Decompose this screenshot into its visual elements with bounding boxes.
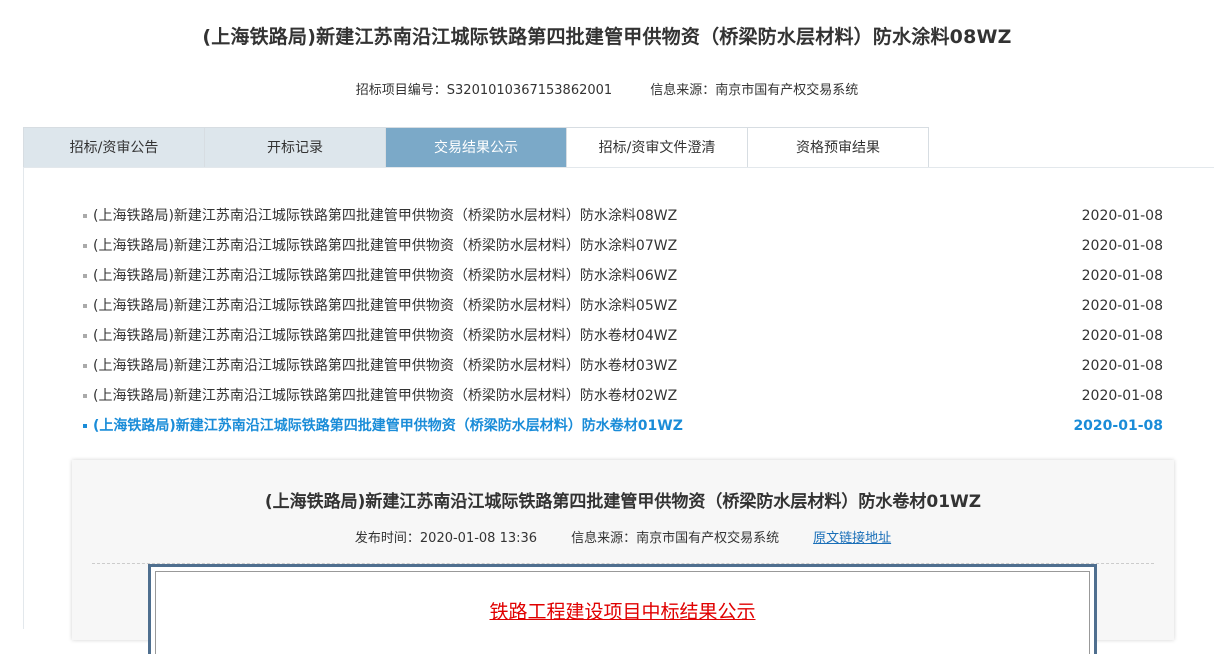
- list-item-date: 2020-01-08: [1081, 208, 1163, 224]
- tab-bar: 招标/资审公告 开标记录 交易结果公示 招标/资审文件澄清 资格预审结果: [23, 127, 929, 168]
- publish-time: 2020-01-08 13:36: [419, 531, 538, 546]
- panel-border: [23, 167, 24, 629]
- tab-opening-record[interactable]: 开标记录: [205, 128, 386, 168]
- project-no: S3201010367153862001: [446, 83, 613, 98]
- list-item[interactable]: (上海铁路局)新建江苏南沿江城际铁路第四批建管甲供物资（桥梁防水层材料）防水卷材…: [83, 381, 1163, 411]
- tab-document-clarification[interactable]: 招标/资审文件澄清: [567, 128, 748, 168]
- list-item-title[interactable]: (上海铁路局)新建江苏南沿江城际铁路第四批建管甲供物资（桥梁防水层材料）防水涂料…: [93, 261, 1053, 291]
- list-item-title[interactable]: (上海铁路局)新建江苏南沿江城际铁路第四批建管甲供物资（桥梁防水层材料）防水涂料…: [93, 291, 1053, 321]
- project-no-label: 招标项目编号：: [355, 83, 447, 98]
- list-item[interactable]: (上海铁路局)新建江苏南沿江城际铁路第四批建管甲供物资（桥梁防水层材料）防水涂料…: [83, 261, 1163, 291]
- bullet-icon: [83, 274, 87, 278]
- list-item[interactable]: (上海铁路局)新建江苏南沿江城际铁路第四批建管甲供物资（桥梁防水层材料）防水涂料…: [83, 291, 1163, 321]
- list-item-title[interactable]: (上海铁路局)新建江苏南沿江城际铁路第四批建管甲供物资（桥梁防水层材料）防水卷材…: [93, 411, 1053, 441]
- list-item-date: 2020-01-08: [1081, 358, 1163, 374]
- detail-source-label: 信息来源：: [571, 531, 637, 546]
- detail-panel: (上海铁路局)新建江苏南沿江城际铁路第四批建管甲供物资（桥梁防水层材料）防水卷材…: [72, 460, 1174, 654]
- bullet-icon: [83, 244, 87, 248]
- list-item-title[interactable]: (上海铁路局)新建江苏南沿江城际铁路第四批建管甲供物资（桥梁防水层材料）防水卷材…: [93, 321, 1053, 351]
- list-item-date: 2020-01-08: [1081, 388, 1163, 404]
- tab-result-publicity[interactable]: 交易结果公示: [386, 128, 567, 168]
- document-inner-frame: 铁路工程建设项目中标结果公示: [155, 571, 1090, 654]
- list-item-title[interactable]: (上海铁路局)新建江苏南沿江城际铁路第四批建管甲供物资（桥梁防水层材料）防水涂料…: [93, 231, 1053, 261]
- detail-title: (上海铁路局)新建江苏南沿江城际铁路第四批建管甲供物资（桥梁防水层材料）防水卷材…: [264, 492, 982, 512]
- list-item-date: 2020-01-08: [1081, 328, 1163, 344]
- list-item-date: 2020-01-08: [1073, 418, 1163, 434]
- list-item[interactable]: (上海铁路局)新建江苏南沿江城际铁路第四批建管甲供物资（桥梁防水层材料）防水卷材…: [83, 321, 1163, 351]
- list-item-title[interactable]: (上海铁路局)新建江苏南沿江城际铁路第四批建管甲供物资（桥梁防水层材料）防水卷材…: [93, 381, 1053, 411]
- list-item-title[interactable]: (上海铁路局)新建江苏南沿江城际铁路第四批建管甲供物资（桥梁防水层材料）防水卷材…: [93, 351, 1053, 381]
- bullet-icon: [83, 394, 87, 398]
- list-item-title[interactable]: (上海铁路局)新建江苏南沿江城际铁路第四批建管甲供物资（桥梁防水层材料）防水涂料…: [93, 201, 1053, 231]
- bullet-icon: [83, 364, 87, 368]
- source-value: 南京市国有产权交易系统: [715, 83, 859, 98]
- list-item[interactable]: (上海铁路局)新建江苏南沿江城际铁路第四批建管甲供物资（桥梁防水层材料）防水涂料…: [83, 201, 1163, 231]
- bullet-icon: [83, 304, 87, 308]
- list-item-selected[interactable]: (上海铁路局)新建江苏南沿江城际铁路第四批建管甲供物资（桥梁防水层材料）防水卷材…: [83, 411, 1163, 441]
- bullet-icon: [83, 214, 87, 218]
- list-item[interactable]: (上海铁路局)新建江苏南沿江城际铁路第四批建管甲供物资（桥梁防水层材料）防水卷材…: [83, 351, 1163, 381]
- list-item-date: 2020-01-08: [1081, 298, 1163, 314]
- detail-source: 南京市国有产权交易系统: [636, 531, 780, 546]
- result-list: (上海铁路局)新建江苏南沿江城际铁路第四批建管甲供物资（桥梁防水层材料）防水涂料…: [83, 201, 1163, 441]
- tab-bid-announcement[interactable]: 招标/资审公告: [24, 128, 205, 168]
- tab-prequalification-result[interactable]: 资格预审结果: [748, 128, 929, 168]
- list-item[interactable]: (上海铁路局)新建江苏南沿江城际铁路第四批建管甲供物资（桥梁防水层材料）防水涂料…: [83, 231, 1163, 261]
- bullet-icon: [83, 424, 87, 428]
- source-label: 信息来源：: [650, 83, 716, 98]
- project-meta: 招标项目编号：S3201010367153862001 信息来源：南京市国有产权交…: [0, 79, 1214, 98]
- list-item-date: 2020-01-08: [1081, 268, 1163, 284]
- page-title: (上海铁路局)新建江苏南沿江城际铁路第四批建管甲供物资（桥梁防水层材料）防水涂料…: [202, 26, 1012, 48]
- document-frame: 铁路工程建设项目中标结果公示: [148, 564, 1097, 654]
- list-item-date: 2020-01-08: [1081, 238, 1163, 254]
- original-link[interactable]: 原文链接地址: [813, 531, 891, 546]
- publish-label: 发布时间：: [354, 531, 420, 546]
- bullet-icon: [83, 334, 87, 338]
- document-heading: 铁路工程建设项目中标结果公示: [489, 601, 756, 623]
- tab-divider: [23, 167, 1214, 168]
- detail-meta: 发布时间：2020-01-08 13:36 信息来源：南京市国有产权交易系统 原文链…: [72, 527, 1174, 546]
